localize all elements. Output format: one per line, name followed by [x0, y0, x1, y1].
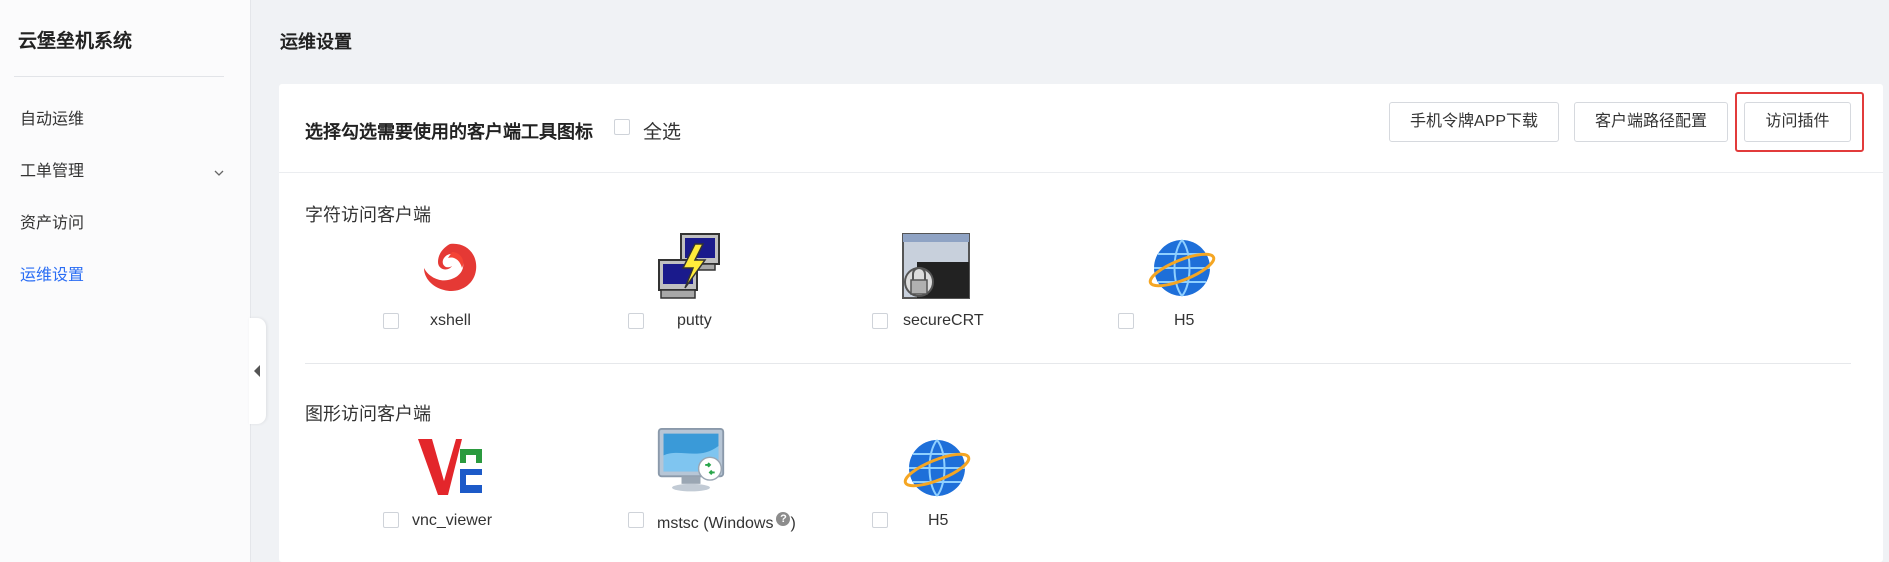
select-all-checkbox[interactable] [614, 119, 630, 135]
h5-graphic-checkbox[interactable] [872, 512, 888, 528]
sidebar-item-auto-ops[interactable]: 自动运维 [20, 106, 230, 134]
client-tools-panel: 选择勾选需要使用的客户端工具图标 全选 手机令牌APP下载 客户端路径配置 访问… [279, 84, 1883, 562]
section-title-character-clients: 字符访问客户端 [305, 205, 431, 225]
h5-char-label: H5 [1174, 312, 1195, 329]
access-plugin-button[interactable]: 访问插件 [1744, 102, 1851, 142]
mstsc-checkbox[interactable] [628, 512, 644, 528]
panel-header-title: 选择勾选需要使用的客户端工具图标 [305, 122, 593, 142]
vnc-checkbox[interactable] [383, 512, 399, 528]
sidebar: 云堡垒机系统 自动运维 工单管理 资产访问 运维设置 [0, 0, 251, 562]
sidebar-item-label: 自动运维 [20, 111, 85, 128]
vnc-label: vnc_viewer [412, 512, 493, 529]
sidebar-item-label: 工单管理 [20, 163, 85, 180]
section-title-graphical-clients: 图形访问客户端 [305, 404, 431, 424]
section-divider [305, 363, 1851, 364]
xshell-checkbox[interactable] [383, 313, 399, 329]
globe-icon[interactable] [1146, 232, 1218, 304]
page-title: 运维设置 [280, 32, 352, 52]
app-title: 云堡垒机系统 [18, 31, 133, 52]
xshell-icon[interactable] [414, 232, 486, 304]
sidebar-item-label: 资产访问 [20, 215, 85, 232]
mstsc-label: mstsc (Windows?) [657, 512, 796, 533]
vnc-icon[interactable] [414, 431, 486, 503]
h5-char-checkbox[interactable] [1118, 313, 1134, 329]
putty-icon[interactable] [655, 230, 727, 302]
mstsc-label-suffix: ) [790, 515, 796, 532]
putty-checkbox[interactable] [628, 313, 644, 329]
securecrt-label: secureCRT [903, 312, 984, 329]
globe-icon[interactable] [901, 432, 973, 504]
sidebar-divider [14, 76, 224, 77]
help-icon[interactable]: ? [776, 512, 791, 526]
caret-left-icon [254, 365, 260, 377]
mstsc-icon[interactable] [655, 427, 727, 499]
mstsc-label-text: mstsc (Windows [657, 515, 774, 532]
sidebar-item-label: 运维设置 [20, 267, 85, 284]
sidebar-collapse-handle[interactable] [249, 318, 266, 424]
sidebar-item-ops-settings[interactable]: 运维设置 [20, 262, 230, 290]
panel-header: 选择勾选需要使用的客户端工具图标 全选 手机令牌APP下载 客户端路径配置 访问… [279, 84, 1883, 173]
h5-graphic-label: H5 [928, 512, 949, 529]
sidebar-item-asset-access[interactable]: 资产访问 [20, 210, 230, 238]
chevron-down-icon [214, 170, 224, 176]
app-download-button[interactable]: 手机令牌APP下载 [1389, 102, 1559, 142]
securecrt-icon[interactable] [901, 232, 973, 304]
select-all-label[interactable]: 全选 [643, 117, 681, 144]
securecrt-checkbox[interactable] [872, 313, 888, 329]
putty-label: putty [677, 312, 712, 329]
sidebar-item-ticket-management[interactable]: 工单管理 [20, 158, 230, 186]
xshell-label: xshell [430, 312, 471, 329]
client-path-config-button[interactable]: 客户端路径配置 [1574, 102, 1728, 142]
